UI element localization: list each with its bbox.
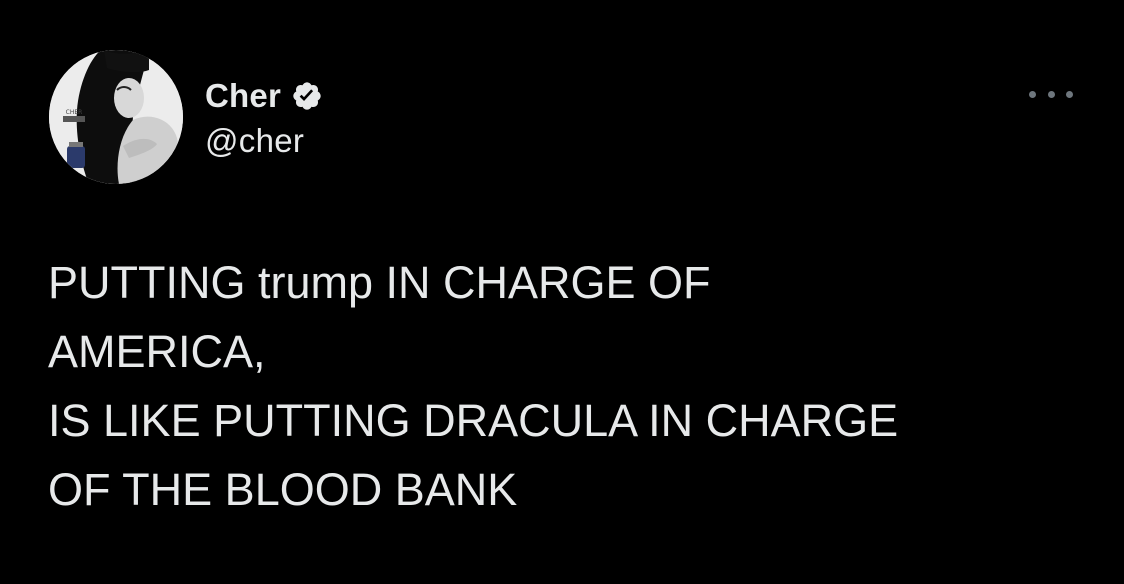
tweet-text: PUTTING trump IN CHARGE OF AMERICA, IS L…	[48, 248, 1108, 524]
dot	[1029, 90, 1036, 98]
tweet-line: PUTTING trump IN CHARGE OF	[48, 257, 711, 308]
author-name[interactable]: Cher	[205, 77, 281, 115]
author-handle[interactable]: @cher	[205, 122, 304, 160]
svg-text:CHER: CHER	[66, 109, 83, 116]
tweet-line: OF THE BLOOD BANK	[48, 464, 518, 515]
author-name-row: Cher	[205, 76, 323, 116]
tweet-card: CHER Cher @cher PUTTING trump IN CHARGE …	[0, 0, 1124, 584]
avatar-photo: CHER	[49, 50, 183, 184]
avatar[interactable]: CHER	[49, 50, 183, 184]
more-options-icon[interactable]	[1029, 82, 1073, 106]
tweet-line: IS LIKE PUTTING DRACULA IN CHARGE	[48, 395, 899, 446]
verified-badge-icon	[291, 80, 323, 112]
dot	[1066, 90, 1073, 98]
tweet-line: AMERICA,	[48, 326, 266, 377]
dot	[1047, 90, 1055, 98]
